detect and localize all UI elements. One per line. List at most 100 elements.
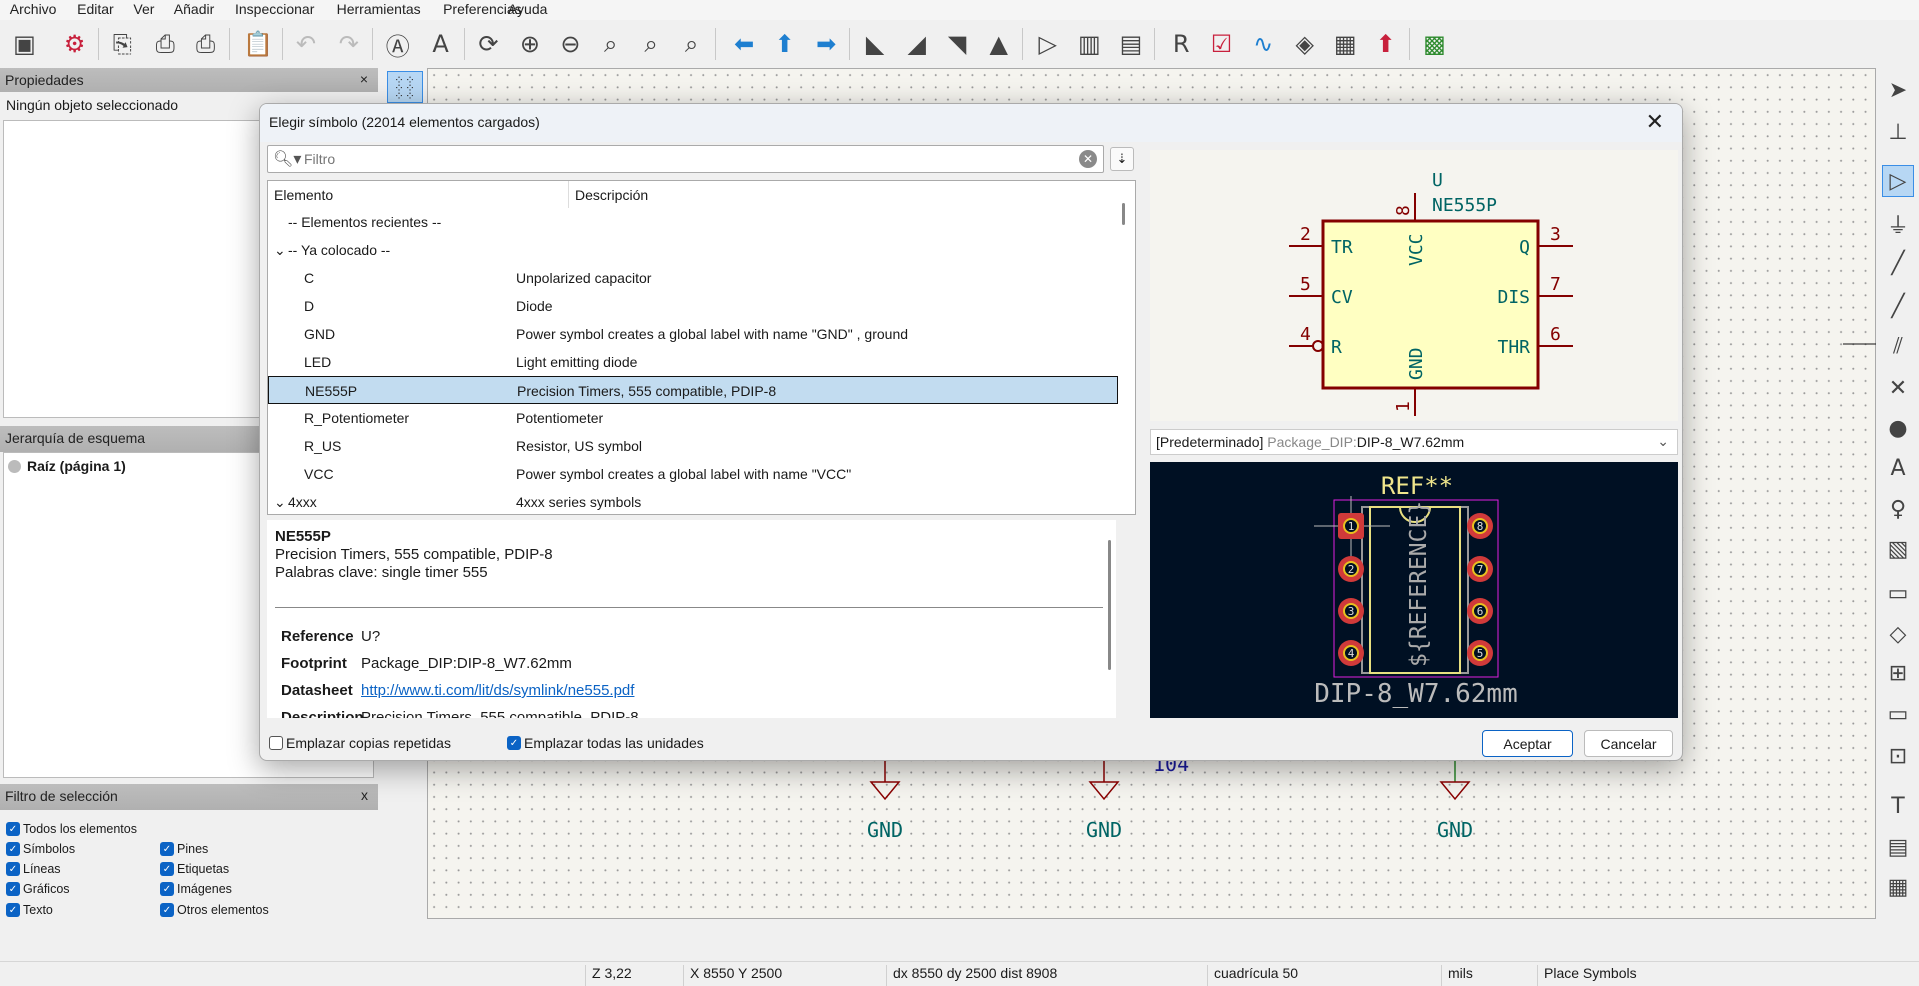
print-icon[interactable]: ⎙	[149, 28, 181, 60]
edit-symbol-fields-icon[interactable]: ▷	[1032, 28, 1064, 60]
filter-checkbox[interactable]: ✓ Texto	[6, 903, 53, 917]
close-selection-filter-button[interactable]: x	[361, 787, 368, 803]
checkbox-icon[interactable]: ✓	[6, 862, 20, 876]
redo-icon[interactable]: ↷	[333, 28, 365, 60]
filter-checkbox[interactable]: ✓ Etiquetas	[160, 862, 229, 876]
hierarchical-pin-icon[interactable]: ⊥	[1882, 116, 1914, 148]
checkbox-icon[interactable]: ✓	[6, 903, 20, 917]
hierarchical-label-icon[interactable]: ◇	[1882, 618, 1914, 650]
tree-row[interactable]: ⌄ -- Ya colocado --	[268, 236, 1118, 264]
select-icon[interactable]: ➤	[1882, 75, 1914, 107]
grid-toggle-button[interactable]: ⁘⁘ ⁘⁘ ⁘⁘	[387, 71, 423, 103]
filter-checkbox[interactable]: ✓ Pines	[160, 842, 208, 856]
tree-row[interactable]: C Unpolarized capacitor	[268, 264, 1118, 292]
save-icon[interactable]: ▣	[8, 28, 40, 60]
menu-inspeccionar[interactable]: Inspeccionar	[235, 1, 314, 17]
checkbox-icon[interactable]: ✓	[6, 842, 20, 856]
datasheet-link[interactable]: http://www.ti.com/lit/ds/symlink/ne555.p…	[361, 682, 634, 699]
cancel-button[interactable]: Cancelar	[1584, 730, 1673, 757]
table-icon[interactable]: ▦	[1882, 871, 1914, 903]
option-checkbox[interactable]: Emplazar copias repetidas	[269, 735, 451, 751]
filter-checkbox[interactable]: ✓ Otros elementos	[160, 903, 269, 917]
page-settings-icon[interactable]: ⎘	[106, 28, 138, 60]
text-icon[interactable]: T	[1882, 791, 1914, 823]
menu-ver[interactable]: Ver	[133, 1, 154, 17]
tree-row[interactable]: R_US Resistor, US symbol	[268, 432, 1118, 460]
filter-checkbox[interactable]: ✓ Líneas	[6, 862, 61, 876]
bus-icon[interactable]: ╱	[1882, 290, 1914, 322]
bus-entry-icon[interactable]: ⫽	[1882, 330, 1914, 362]
tree-row[interactable]: VCC Power symbol creates a global label w…	[268, 460, 1118, 488]
undo-icon[interactable]: ↶	[290, 28, 322, 60]
option-checkbox[interactable]: ✓ Emplazar todas las unidades	[507, 735, 704, 751]
close-dialog-button[interactable]: ✕	[1646, 109, 1664, 135]
pcb-editor-icon[interactable]: ▩	[1419, 28, 1451, 60]
find-replace-icon[interactable]: A	[425, 28, 457, 60]
filter-field[interactable]: 🔍︎▾ ✕	[267, 145, 1104, 173]
simulator-icon[interactable]: ∿	[1247, 28, 1279, 60]
hierarchy-root-item[interactable]: Raíz (página 1)	[8, 458, 126, 474]
find-icon[interactable]: Ⓐ	[382, 28, 414, 61]
column-header-description[interactable]: Descripción	[575, 187, 648, 203]
footprint-select[interactable]: [Predeterminado] Package_DIP:DIP-8_W7.62…	[1150, 429, 1678, 455]
symbol-library-browser-icon[interactable]: ▥	[1073, 28, 1105, 60]
menu-ayuda[interactable]: Ayuda	[508, 1, 547, 17]
column-header-element[interactable]: Elemento	[274, 187, 333, 203]
menu-archivo[interactable]: Archivo	[10, 1, 57, 17]
tree-row[interactable]: D Diode	[268, 292, 1118, 320]
net-class-icon[interactable]: ♀	[1882, 493, 1914, 525]
annotate-icon[interactable]: R	[1165, 28, 1197, 60]
menu-herramientas[interactable]: Herramientas	[337, 1, 421, 17]
paste-icon[interactable]: 📋	[242, 28, 274, 60]
checkbox-icon[interactable]: ✓	[6, 882, 20, 896]
net-label-icon[interactable]: A	[1882, 453, 1914, 485]
filter-checkbox[interactable]: ✓ Imágenes	[160, 882, 232, 896]
zoom-objects-icon[interactable]: ⌕	[635, 28, 667, 60]
filter-checkbox[interactable]: ✓ Todos los elementos	[6, 822, 137, 836]
import-sheet-pin-icon[interactable]: ⊡	[1882, 740, 1914, 772]
tree-row[interactable]: -- Elementos recientes --	[268, 208, 1118, 236]
refresh-icon[interactable]: ⟳	[472, 28, 504, 60]
plot-icon[interactable]: ⎙	[190, 28, 222, 60]
menu-editar[interactable]: Editar	[77, 1, 114, 17]
symbol-fields-table-icon[interactable]: ▦	[1329, 28, 1361, 60]
filter-checkbox[interactable]: ✓ Símbolos	[6, 842, 75, 856]
menu-añadir[interactable]: Añadir	[174, 1, 214, 17]
rotate-cw-icon[interactable]: ◢	[901, 28, 933, 60]
close-properties-button[interactable]: ×	[360, 71, 368, 87]
assign-footprints-icon[interactable]: ◈	[1289, 28, 1321, 60]
bom-icon[interactable]: ⬆	[1370, 28, 1402, 60]
checkbox-icon[interactable]: ✓	[160, 862, 174, 876]
details-scrollbar[interactable]	[1108, 540, 1111, 670]
accept-button[interactable]: Aceptar	[1482, 730, 1573, 757]
mirror-vertical-icon[interactable]: ◥	[941, 28, 973, 60]
symbol-fields-gear-icon[interactable]: ⚙	[59, 28, 91, 60]
junction-icon[interactable]: ●	[1882, 412, 1914, 444]
arrow-left-icon[interactable]: ⬅	[728, 28, 760, 60]
arrow-up-icon[interactable]: ⬆	[769, 28, 801, 60]
mirror-horizontal-icon[interactable]: ▲	[983, 28, 1015, 60]
tree-row[interactable]: NE555P Precision Timers, 555 compatible, …	[268, 376, 1118, 404]
checkbox-icon[interactable]: ✓	[160, 882, 174, 896]
tree-scrollbar[interactable]	[1122, 203, 1125, 225]
wire-icon[interactable]: ╱	[1882, 247, 1914, 279]
erc-icon[interactable]: ☑	[1206, 28, 1238, 60]
zoom-out-icon[interactable]: ⊖	[554, 28, 586, 60]
filter-checkbox[interactable]: ✓ Gráficos	[6, 882, 70, 896]
symbol-editor-icon[interactable]: ▤	[1115, 28, 1147, 60]
global-label-icon[interactable]: ▭	[1882, 578, 1914, 610]
sheet-pin-icon[interactable]: ▭	[1882, 699, 1914, 731]
rule-area-icon[interactable]: ▧	[1882, 534, 1914, 566]
no-connect-icon[interactable]: ✕	[1882, 372, 1914, 404]
checkbox-icon[interactable]	[269, 736, 283, 750]
checkbox-icon[interactable]: ✓	[6, 822, 20, 836]
arrow-right-icon[interactable]: ➡	[810, 28, 842, 60]
expander-chevron-icon[interactable]: ⌄	[274, 494, 286, 511]
tree-row[interactable]: ⌄ 4xxx 4xxx series symbols	[268, 488, 1118, 516]
textbox-icon[interactable]: ▤	[1882, 831, 1914, 863]
checkbox-icon[interactable]: ✓	[160, 903, 174, 917]
rotate-ccw-icon[interactable]: ◣	[859, 28, 891, 60]
tree-row[interactable]: LED Light emitting diode	[268, 348, 1118, 376]
place-symbol-icon[interactable]: ▷	[1882, 165, 1914, 198]
zoom-selection-icon[interactable]: ⌕	[676, 28, 708, 60]
